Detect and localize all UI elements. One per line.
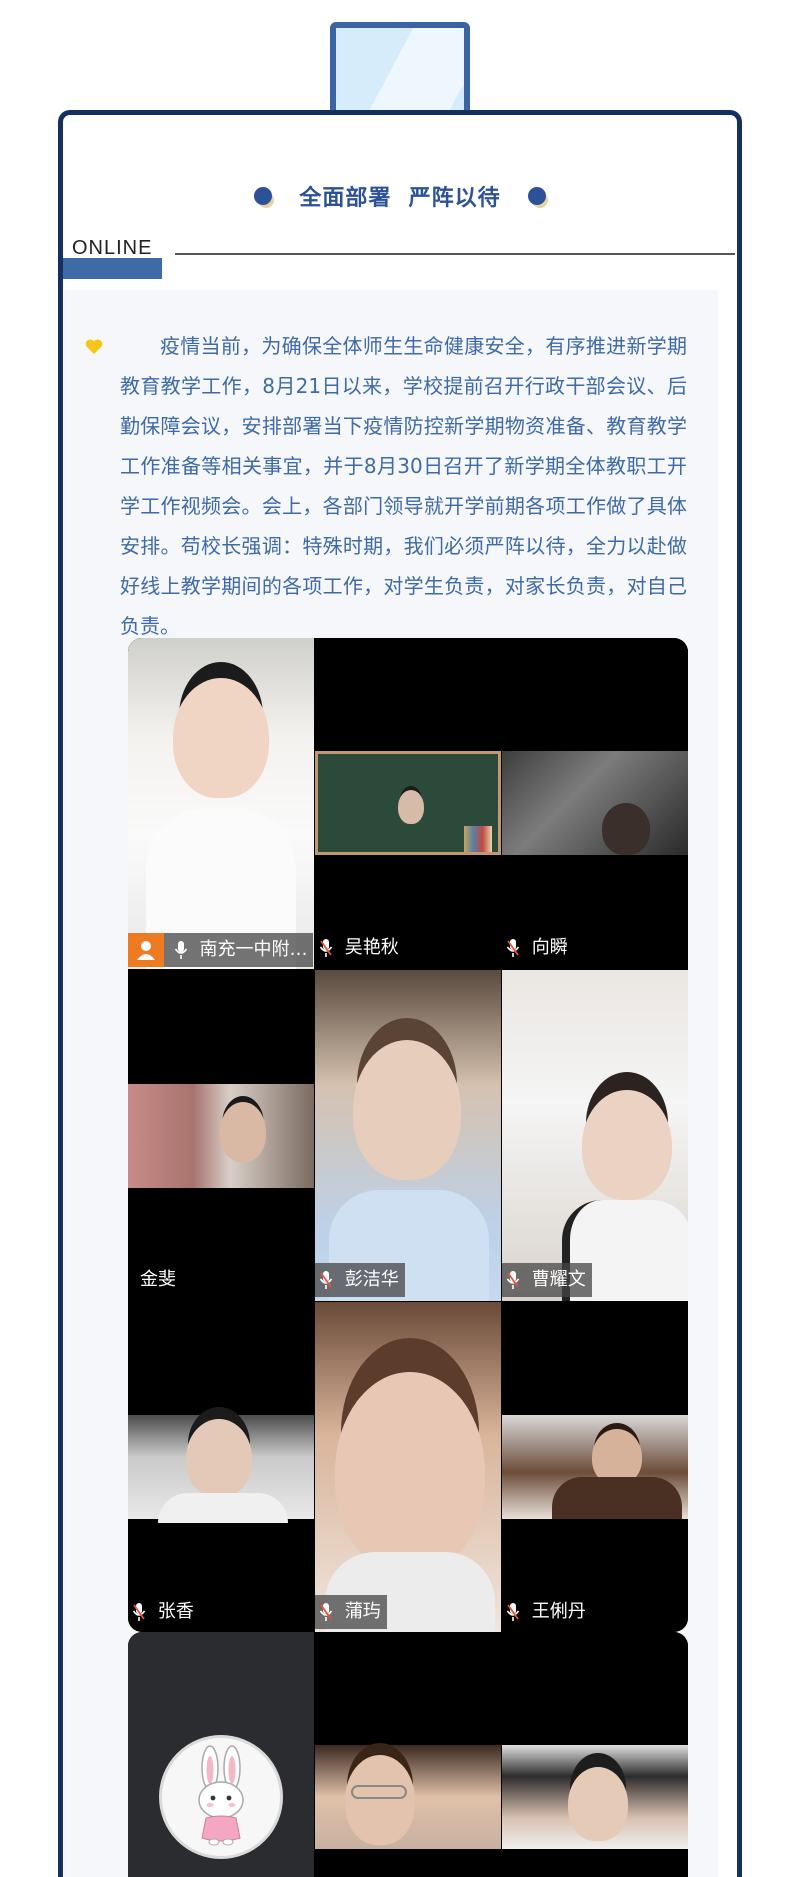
video-tile[interactable]: 彭洁华 [315,970,501,1301]
video-tile[interactable] [128,1632,314,1877]
online-label: ONLINE [72,237,153,259]
mic-icon [506,1603,520,1621]
participant-video [315,1745,501,1849]
video-tile[interactable]: 金斐 [128,970,314,1301]
mic-icon [319,1271,333,1289]
participant-name: 王俐丹 [531,1601,586,1622]
participant-video [502,1415,688,1519]
video-tile[interactable]: 蒲玙 [315,1302,501,1632]
participant-name: 张香 [157,1601,194,1622]
participant-name: 向瞬 [531,937,568,958]
participant-name: 曹耀文 [531,1269,586,1290]
participant-label: 张香 [128,1595,200,1629]
video-grid-continued [128,1632,688,1877]
video-tile[interactable]: 吴艳秋 [315,638,501,969]
divider-line [175,253,735,255]
video-tile[interactable]: 向瞬 [502,638,688,969]
mic-icon [319,939,333,957]
participant-name: 吴艳秋 [344,937,399,958]
participant-video [128,1084,314,1188]
video-tile[interactable] [502,1632,688,1877]
mic-icon [319,1603,333,1621]
page-title: 全面部署 严阵以待 [299,186,501,211]
video-tile[interactable]: 曹耀文 [502,970,688,1301]
participant-video [315,751,501,855]
participant-name: 金斐 [140,1269,176,1290]
participant-label: 曹耀文 [502,1263,592,1297]
participant-video [502,751,688,855]
dot-left-icon [254,187,273,205]
mic-icon [506,939,520,957]
participant-name: 南充一中附… [199,939,308,960]
participant-video [315,1302,501,1632]
video-tile[interactable]: 王俐丹 [502,1302,688,1632]
participant-label: 吴艳秋 [315,931,405,965]
participant-video [128,1415,314,1523]
section-heading: 全面部署 严阵以待 [58,180,742,212]
online-accent-bar [63,258,162,279]
participant-video [315,970,501,1301]
participant-video [128,638,314,969]
video-tile[interactable] [315,1632,501,1877]
participant-label: 南充一中附… [128,933,314,967]
participant-name: 蒲玙 [344,1601,381,1622]
heart-icon [85,339,103,354]
participant-video [502,1745,688,1849]
participant-label: 金斐 [136,1263,182,1297]
dot-right-icon [527,187,546,205]
bunny-avatar-icon [159,1735,283,1859]
participant-label: 王俐丹 [502,1595,592,1629]
host-icon [128,933,164,967]
mic-icon [506,1271,520,1289]
participant-video [502,970,688,1301]
video-tile[interactable]: 南充一中附… [128,638,314,969]
participant-label: 蒲玙 [315,1595,387,1629]
mic-icon [132,1603,146,1621]
video-tile[interactable]: 张香 [128,1302,314,1632]
participant-label: 彭洁华 [315,1263,405,1297]
mic-icon [174,941,187,959]
video-grid: 南充一中附… 吴艳秋 向瞬 金斐 彭洁华 曹耀文 张香 蒲玙 王俐丹 [128,638,688,1632]
participant-label: 向瞬 [502,931,574,965]
participant-name: 彭洁华 [344,1269,399,1290]
article-paragraph: 疫情当前，为确保全体师生生命健康安全，有序推进新学期教育教学工作，8月21日以来… [120,334,687,638]
